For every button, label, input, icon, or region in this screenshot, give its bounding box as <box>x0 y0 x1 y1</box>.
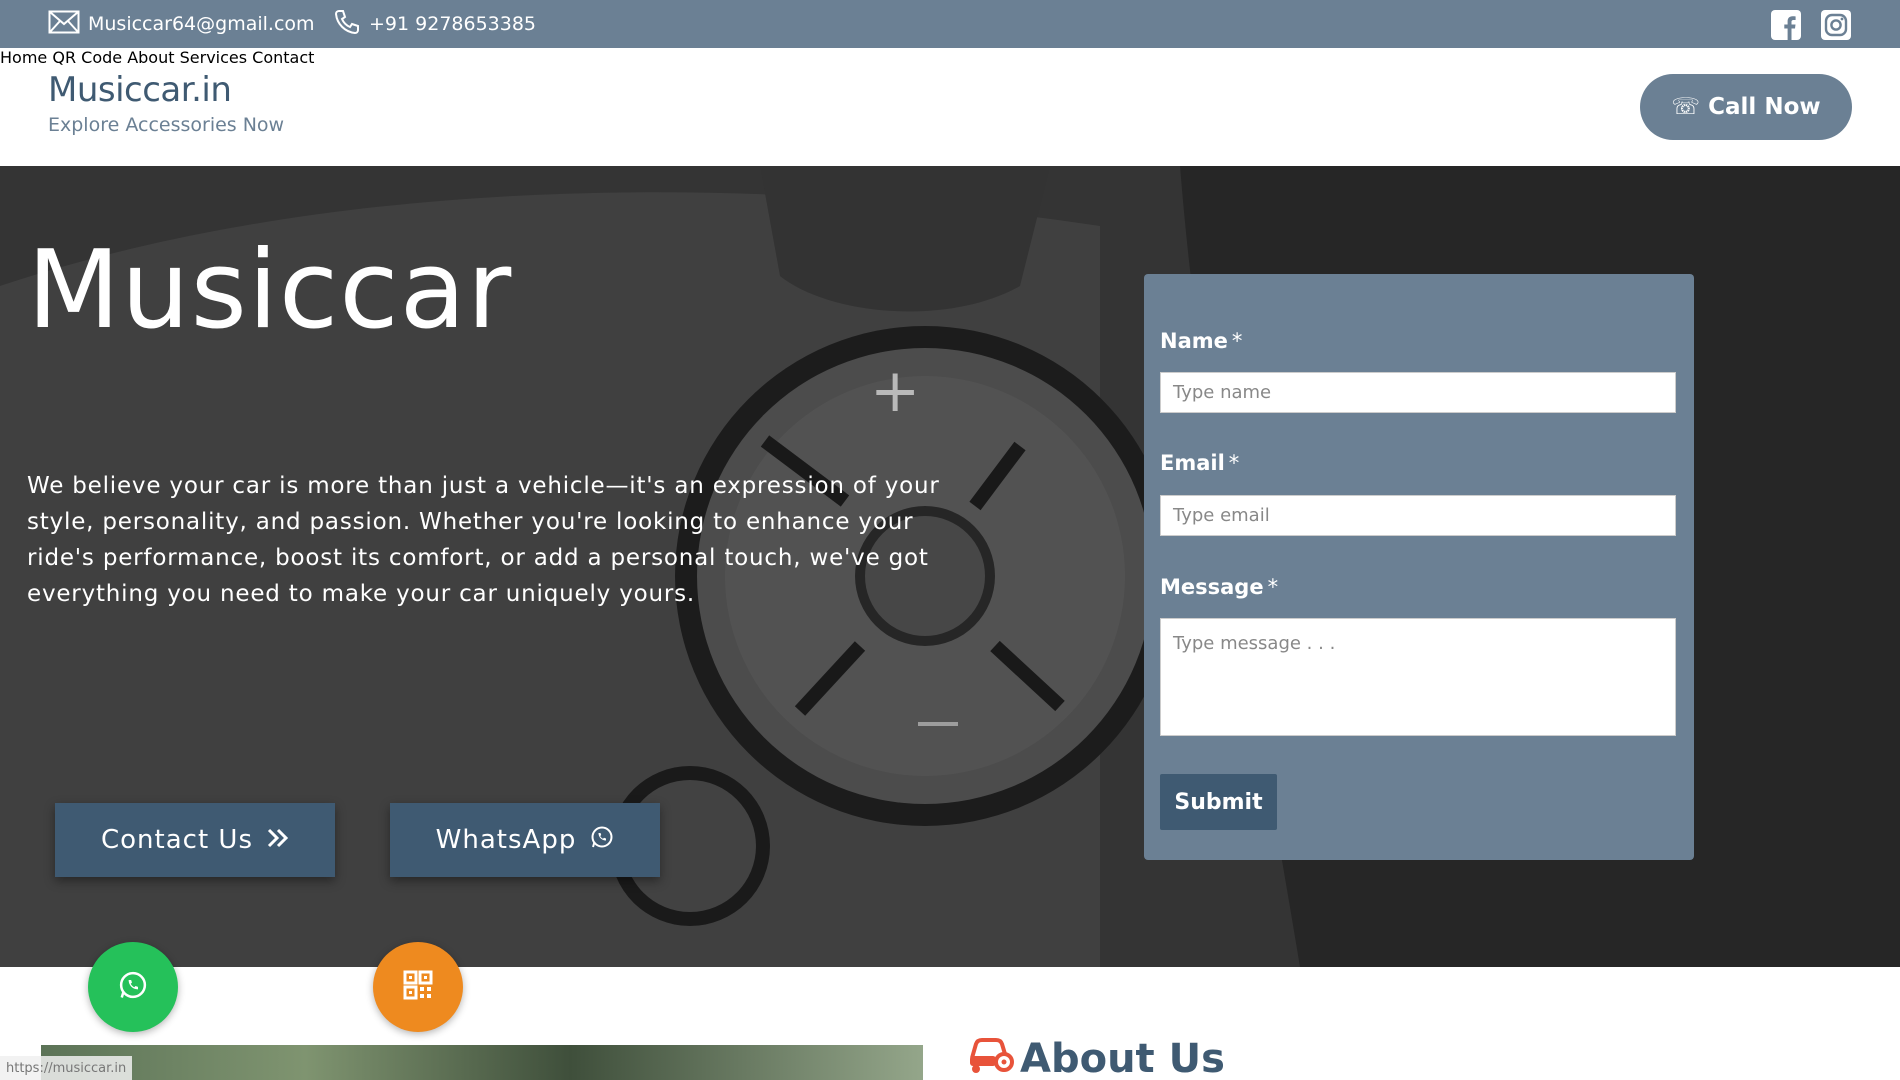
name-input[interactable]: Type name <box>1160 372 1676 413</box>
instagram-icon[interactable] <box>1821 10 1851 40</box>
nav-home[interactable]: Home <box>0 48 47 67</box>
phone-icon <box>333 8 361 41</box>
email-label: Email * <box>1160 451 1239 475</box>
name-label: Name * <box>1160 329 1242 353</box>
whatsapp-button[interactable]: WhatsApp <box>390 803 660 877</box>
email-text: Musiccar64@gmail.com <box>88 13 315 35</box>
whatsapp-label: WhatsApp <box>435 825 577 855</box>
nav-qr-code[interactable]: QR Code <box>52 48 122 67</box>
name-label-text: Name <box>1160 329 1228 353</box>
contact-form: Name * Type name Email * Type email Messag… <box>1144 274 1694 860</box>
whatsapp-icon <box>118 970 148 1004</box>
brand-tagline: Explore Accessories Now <box>48 114 285 136</box>
nav-services[interactable]: Services <box>180 48 247 67</box>
double-chevron-right-icon <box>267 825 289 855</box>
hero-section: + Musiccar We believe your car is more t… <box>0 166 1900 967</box>
floating-qr-button[interactable] <box>373 942 463 1032</box>
phone-text: +91 9278653385 <box>369 13 537 35</box>
message-label-text: Message <box>1160 575 1264 599</box>
message-label: Message * <box>1160 575 1278 599</box>
whatsapp-icon <box>590 825 614 856</box>
hero-title: Musiccar <box>27 228 513 353</box>
about-title-text: About Us <box>1020 1036 1225 1080</box>
site-header: Musiccar.in Explore Accessories Now Home… <box>0 48 1900 166</box>
qr-code-icon <box>403 970 433 1004</box>
email-input[interactable]: Type email <box>1160 495 1676 536</box>
required-mark: * <box>1231 329 1243 353</box>
message-textarea[interactable]: Type message . . . <box>1160 618 1676 736</box>
about-heading: About Us <box>968 1034 1225 1080</box>
main-nav: Home QR Code About Services Contact <box>0 48 1900 67</box>
hero-description: We believe your car is more than just a … <box>27 473 940 607</box>
mail-icon <box>48 10 80 39</box>
car-repair-icon <box>968 1034 1014 1080</box>
floating-whatsapp-button[interactable] <box>88 942 178 1032</box>
nav-about[interactable]: About <box>127 48 174 67</box>
email-label-text: Email <box>1160 451 1225 475</box>
required-mark: * <box>1267 575 1279 599</box>
nav-contact[interactable]: Contact <box>252 48 314 67</box>
brand-logo[interactable]: Musiccar.in Explore Accessories Now <box>48 70 284 136</box>
status-bar-url: https://musiccar.in <box>0 1056 133 1080</box>
brand-name: Musiccar.in <box>48 70 232 110</box>
contact-us-button[interactable]: Contact Us <box>55 803 335 877</box>
top-bar: Musiccar64@gmail.com +91 9278653385 <box>0 0 1900 48</box>
required-mark: * <box>1228 451 1240 475</box>
about-image <box>41 1045 923 1080</box>
email-contact[interactable]: Musiccar64@gmail.com <box>48 0 315 48</box>
contact-us-label: Contact Us <box>101 825 253 855</box>
call-now-button[interactable]: ☏ Call Now <box>1640 74 1852 140</box>
phone-contact[interactable]: +91 9278653385 <box>333 0 536 48</box>
facebook-icon[interactable] <box>1771 10 1801 40</box>
submit-button[interactable]: Submit <box>1160 774 1277 830</box>
